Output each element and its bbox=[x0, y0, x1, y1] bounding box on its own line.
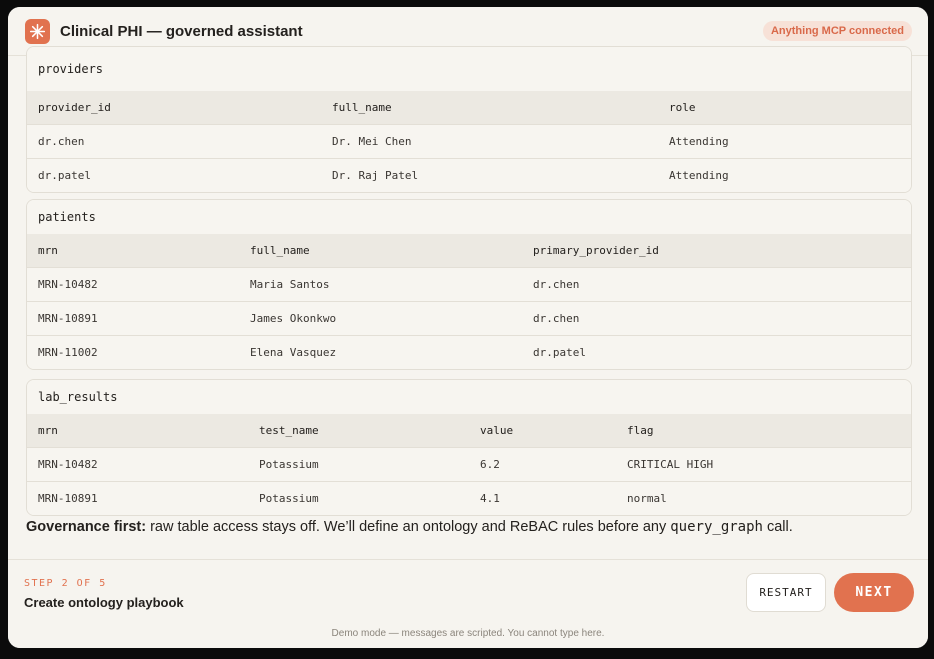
table-cell: dr.patel bbox=[38, 169, 91, 182]
table-row: MRN-10891 Potassium 4.1 normal bbox=[27, 481, 911, 515]
table-cell: dr.patel bbox=[533, 346, 586, 359]
table-cell: MRN-10891 bbox=[38, 312, 98, 325]
table-cell: Potassium bbox=[259, 458, 319, 471]
table-name: patients bbox=[27, 200, 911, 234]
column-header: flag bbox=[627, 424, 654, 437]
table-header-row: provider_id full_name role bbox=[27, 91, 911, 124]
table-row: MRN-10482 Maria Santos dr.chen bbox=[27, 267, 911, 301]
table-cell: dr.chen bbox=[533, 312, 580, 325]
table-row: MRN-10891 James Okonkwo dr.chen bbox=[27, 301, 911, 335]
message-lead: Governance first: bbox=[26, 519, 147, 535]
assistant-message: Governance first: raw table access stays… bbox=[26, 519, 793, 535]
table-name: providers bbox=[27, 47, 911, 91]
table-cell: Potassium bbox=[259, 492, 319, 505]
table-cell: Elena Vasquez bbox=[250, 346, 337, 359]
message-code: query_graph bbox=[670, 519, 763, 535]
app-title: Clinical PHI — governed assistant bbox=[60, 22, 303, 40]
step-indicator: STEP 2 OF 5 bbox=[24, 578, 107, 589]
column-header: test_name bbox=[259, 424, 319, 437]
table-cell: Dr. Raj Patel bbox=[332, 169, 419, 182]
table-cell: 6.2 bbox=[480, 458, 500, 471]
table-cell: MRN-11002 bbox=[38, 346, 98, 359]
step-title: Create ontology playbook bbox=[24, 595, 184, 610]
connection-status-badge: Anything MCP connected bbox=[762, 21, 912, 41]
column-header: provider_id bbox=[38, 101, 111, 114]
column-header: full_name bbox=[332, 101, 392, 114]
table-cell: MRN-10891 bbox=[38, 492, 98, 505]
table-name: lab_results bbox=[27, 380, 911, 414]
table-row: dr.chen Dr. Mei Chen Attending bbox=[27, 124, 911, 158]
table-cell: MRN-10482 bbox=[38, 278, 98, 291]
table-cell: Dr. Mei Chen bbox=[332, 135, 412, 148]
column-header: primary_provider_id bbox=[533, 244, 659, 257]
table-cell: normal bbox=[627, 492, 667, 505]
table-header-row: mrn full_name primary_provider_id bbox=[27, 234, 911, 267]
table-header-row: mrn test_name value flag bbox=[27, 414, 911, 447]
table-card-lab-results: lab_results mrn test_name value flag MRN… bbox=[26, 379, 912, 516]
table-row: MRN-10482 Potassium 6.2 CRITICAL HIGH bbox=[27, 447, 911, 481]
column-header: role bbox=[669, 101, 696, 114]
restart-button[interactable]: RESTART bbox=[746, 573, 826, 612]
table-row: MRN-11002 Elena Vasquez dr.patel bbox=[27, 335, 911, 369]
table-card-providers: providers provider_id full_name role dr.… bbox=[26, 46, 912, 193]
table-row: dr.patel Dr. Raj Patel Attending bbox=[27, 158, 911, 192]
message-text: call. bbox=[762, 519, 793, 535]
table-cell: MRN-10482 bbox=[38, 458, 98, 471]
column-header: full_name bbox=[250, 244, 310, 257]
table-cell: Attending bbox=[669, 135, 729, 148]
table-cell: dr.chen bbox=[38, 135, 85, 148]
footer: STEP 2 OF 5 Create ontology playbook RES… bbox=[8, 559, 928, 648]
table-cell: James Okonkwo bbox=[250, 312, 337, 325]
demo-mode-note: Demo mode — messages are scripted. You c… bbox=[331, 628, 605, 639]
table-cell: CRITICAL HIGH bbox=[627, 458, 714, 471]
table-cell: dr.chen bbox=[533, 278, 580, 291]
column-header: mrn bbox=[38, 424, 58, 437]
column-header: mrn bbox=[38, 244, 58, 257]
sparkle-logo-icon bbox=[25, 18, 50, 44]
table-cell: Maria Santos bbox=[250, 278, 330, 291]
next-button[interactable]: NEXT bbox=[834, 573, 914, 612]
table-card-patients: patients mrn full_name primary_provider_… bbox=[26, 199, 912, 370]
table-cell: Attending bbox=[669, 169, 729, 182]
message-text: raw table access stays off. We’ll define… bbox=[146, 519, 671, 535]
table-cell: 4.1 bbox=[480, 492, 500, 505]
column-header: value bbox=[480, 424, 514, 437]
app-window: Clinical PHI — governed assistant Anythi… bbox=[8, 7, 928, 648]
